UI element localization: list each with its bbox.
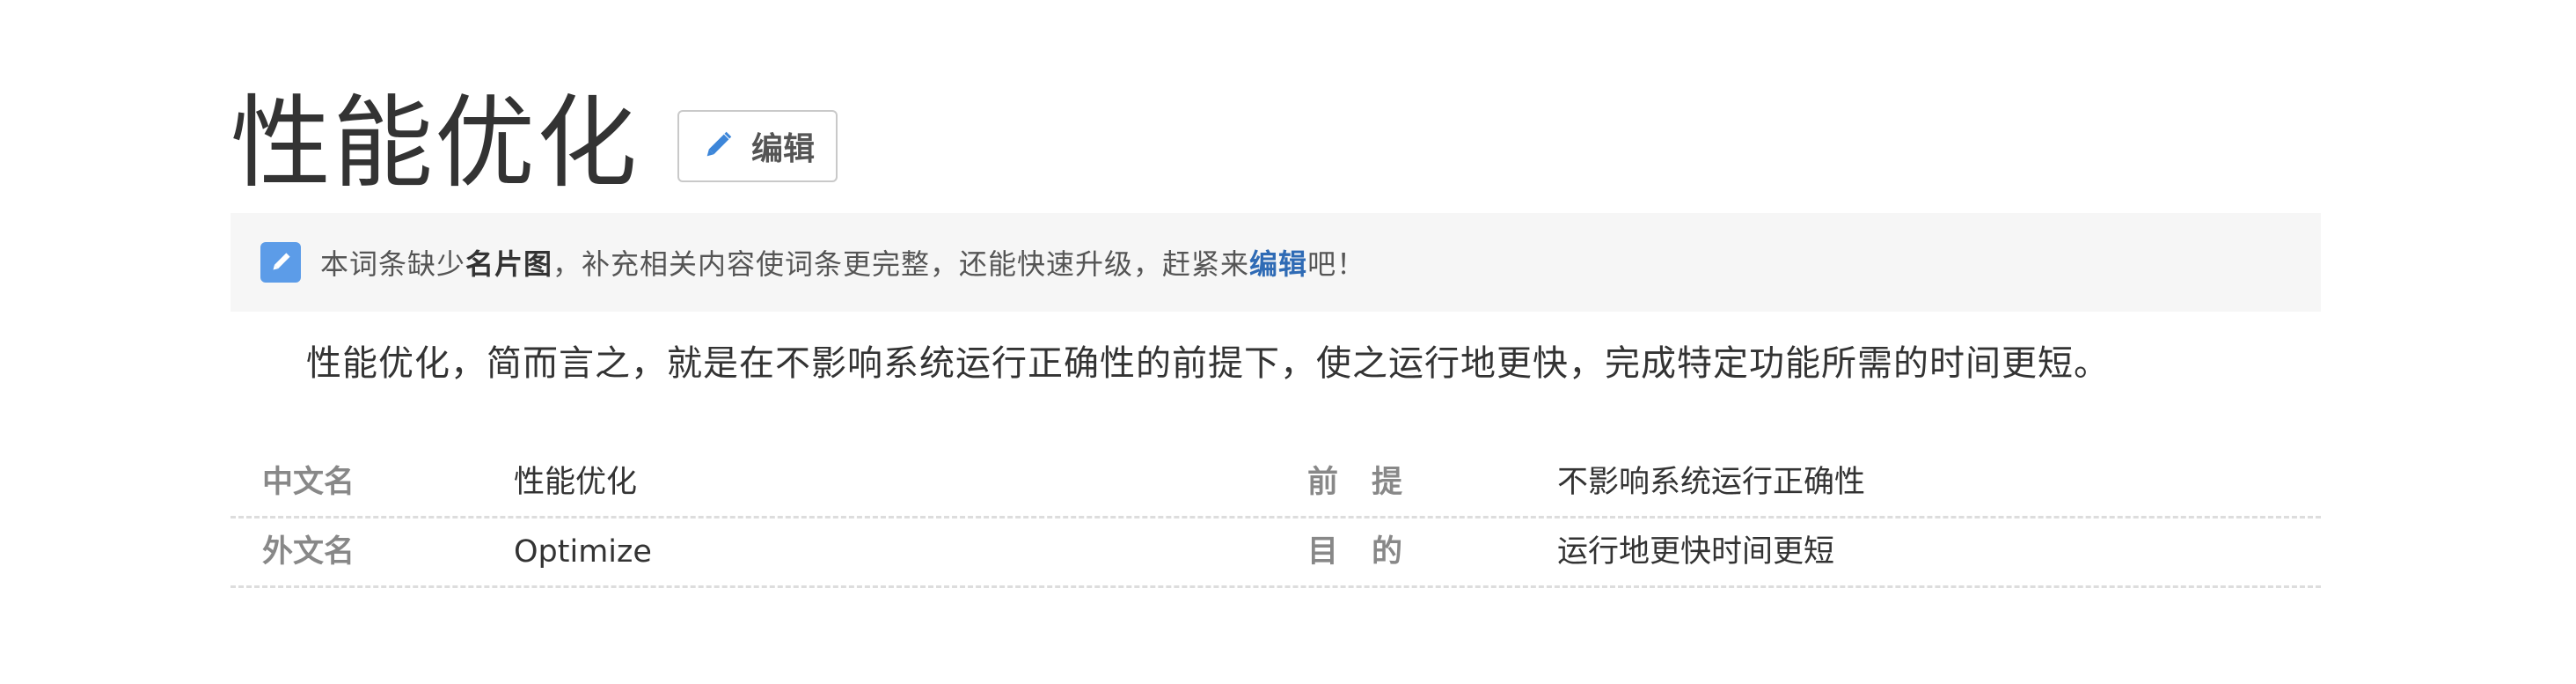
info-value: 不影响系统运行正确性 [1557, 465, 1866, 500]
table-row: 外文名 Optimize 目的 运行地更快时间更短 [231, 519, 2321, 588]
notice-text-middle: ，补充相关内容使词条更完整，还能快速升级，赶紧来 [553, 247, 1250, 281]
pencil-icon [700, 129, 734, 163]
notice-text-before: 本词条缺少 [320, 247, 466, 281]
info-value: 性能优化 [514, 465, 638, 500]
table-row: 中文名 性能优化 前提 不影响系统运行正确性 [231, 449, 2321, 519]
edit-button-label: 编辑 [751, 131, 816, 167]
info-key: 外文名 [262, 534, 355, 570]
info-key: 中文名 [262, 465, 355, 500]
notice-bold-text: 名片图 [465, 247, 553, 281]
edit-button[interactable]: 编辑 [677, 110, 838, 182]
notice-text-after: 吧！ [1307, 247, 1366, 281]
basic-info-table: 中文名 性能优化 前提 不影响系统运行正确性 外文名 Optimize 目的 运… [231, 449, 2321, 588]
edit-note-icon [260, 242, 301, 283]
info-value: Optimize [514, 534, 652, 570]
title-row: 性能优化 编辑 [231, 77, 838, 210]
summary-paragraph: 性能优化，简而言之，就是在不影响系统运行正确性的前提下，使之运行地更快，完成特定… [306, 343, 2110, 384]
page-title: 性能优化 [231, 85, 640, 202]
info-key: 前提 [1307, 465, 1437, 500]
notice-edit-link[interactable]: 编辑 [1249, 247, 1307, 281]
missing-image-notice: 本词条缺少名片图，补充相关内容使词条更完整，还能快速升级，赶紧来编辑吧！ [231, 213, 2321, 312]
info-key: 目的 [1307, 534, 1437, 570]
notice-text: 本词条缺少名片图，补充相关内容使词条更完整，还能快速升级，赶紧来编辑吧！ [320, 242, 1365, 283]
info-value: 运行地更快时间更短 [1557, 534, 1835, 570]
